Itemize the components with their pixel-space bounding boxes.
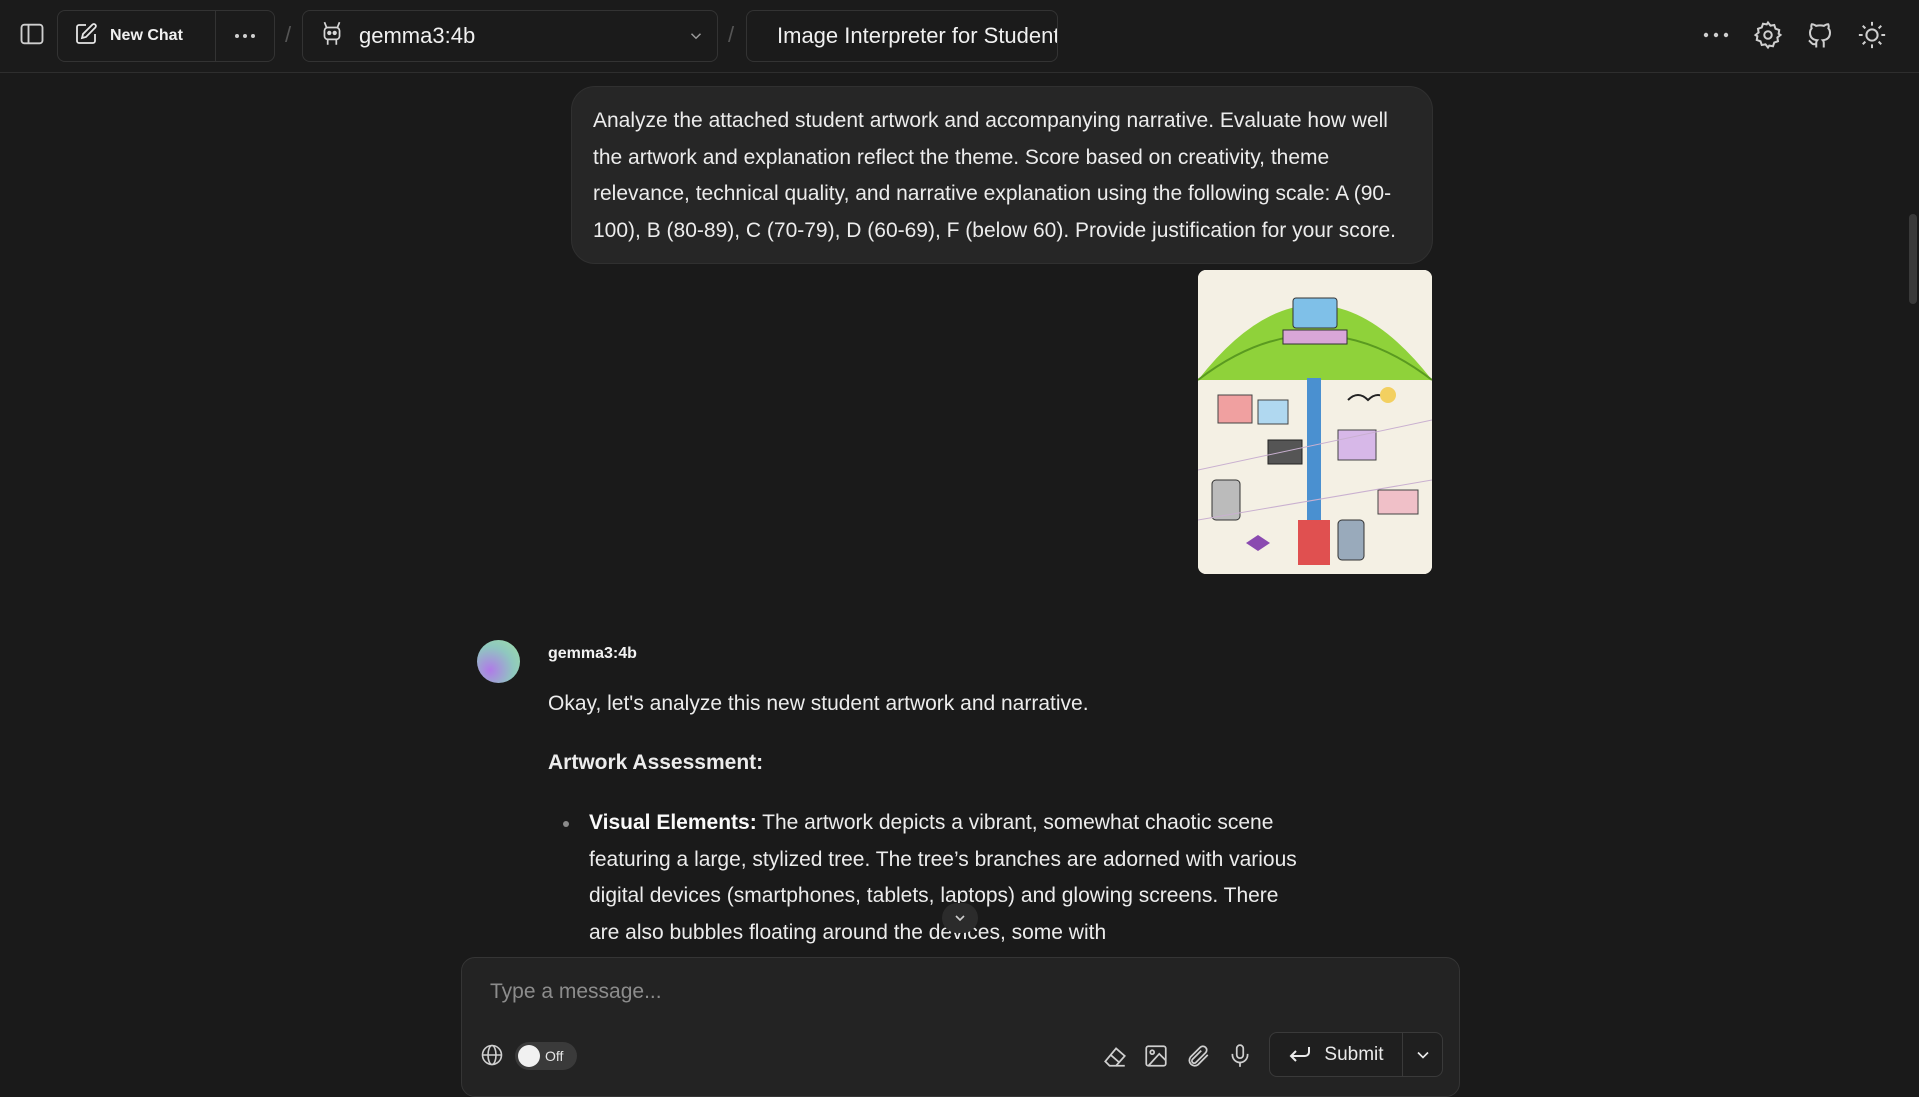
more-actions-button[interactable] — [1697, 16, 1735, 54]
assistant-section-heading: Artwork Assessment: — [548, 750, 764, 774]
new-chat-label: New Chat — [110, 27, 183, 44]
more-horizontal-icon — [235, 34, 255, 38]
new-chat-button[interactable]: New Chat — [58, 11, 216, 61]
new-chat-group: New Chat — [57, 10, 275, 62]
chat-title-field[interactable]: Image Interpreter for Student — [746, 10, 1058, 62]
chevron-down-icon — [955, 915, 965, 922]
chevron-down-icon — [1416, 1051, 1429, 1059]
more-options-button[interactable] — [216, 11, 274, 61]
globe-icon[interactable] — [480, 1043, 506, 1069]
artwork-thumbnail — [1198, 270, 1432, 574]
user-message-text: Analyze the attached student artwork and… — [593, 109, 1396, 242]
edit-icon — [74, 22, 98, 51]
model-name: gemma3:4b — [359, 23, 476, 48]
submit-button[interactable]: Submit — [1270, 1033, 1403, 1076]
message-input[interactable] — [488, 976, 1388, 1008]
header-actions — [1697, 16, 1891, 54]
bullet-label: Visual Elements: — [589, 811, 757, 834]
settings-icon[interactable] — [1749, 16, 1787, 54]
toggle-knob — [518, 1045, 540, 1067]
chevron-down-icon — [687, 27, 705, 50]
assistant-bullet-list: Visual Elements: The artwork depicts a v… — [548, 805, 1308, 951]
chat-title: Image Interpreter for Student — [777, 23, 1058, 48]
scroll-to-bottom-button[interactable] — [942, 903, 978, 933]
user-message: Analyze the attached student artwork and… — [571, 86, 1433, 264]
sun-icon[interactable] — [1853, 16, 1891, 54]
eraser-icon[interactable] — [1100, 1041, 1130, 1071]
breadcrumb-separator: / — [728, 22, 735, 47]
submit-label: Submit — [1324, 1043, 1384, 1065]
attached-artwork-image[interactable] — [1198, 270, 1432, 574]
submit-group: Submit — [1269, 1032, 1443, 1077]
robot-icon — [319, 20, 345, 53]
assistant-message: Okay, let's analyze this new student art… — [548, 686, 1308, 951]
image-icon[interactable] — [1141, 1041, 1171, 1071]
scrollbar-thumb[interactable] — [1909, 214, 1917, 304]
web-search-toggle[interactable]: Off — [515, 1042, 577, 1070]
more-horizontal-icon — [1703, 32, 1729, 38]
github-icon[interactable] — [1801, 16, 1839, 54]
top-bar: New Chat / gemma3:4b / Image Interpreter… — [0, 0, 1919, 73]
toggle-label: Off — [545, 1048, 564, 1064]
breadcrumb-separator: / — [285, 22, 292, 47]
microphone-icon[interactable] — [1225, 1041, 1255, 1071]
assistant-name: gemma3:4b — [548, 645, 637, 662]
sidebar-toggle-icon[interactable] — [14, 16, 50, 52]
enter-icon — [1290, 1046, 1311, 1062]
paperclip-icon[interactable] — [1183, 1041, 1213, 1071]
submit-options-button[interactable] — [1403, 1033, 1442, 1076]
assistant-intro: Okay, let's analyze this new student art… — [548, 692, 1089, 715]
assistant-avatar — [477, 640, 520, 683]
model-selector[interactable]: gemma3:4b — [302, 10, 718, 62]
